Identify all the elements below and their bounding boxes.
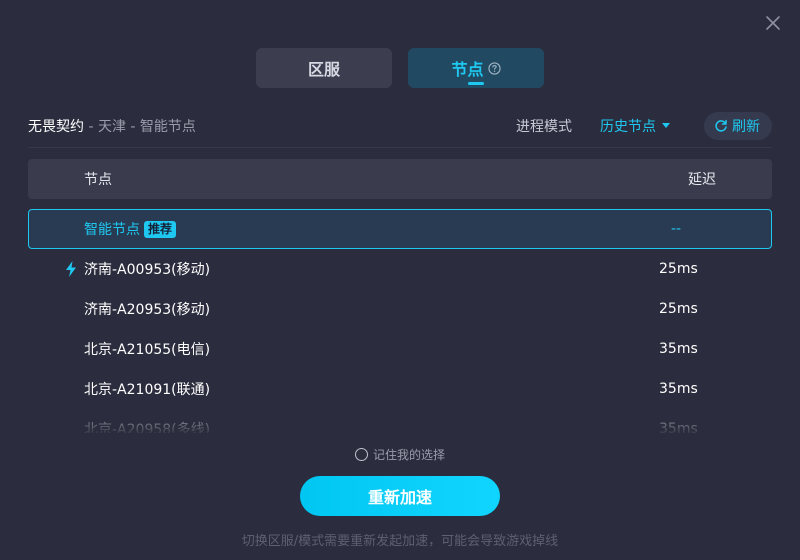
node-latency: 25ms bbox=[659, 301, 698, 317]
node-row[interactable]: 北京-A20958(多线) 35ms bbox=[28, 409, 772, 433]
remember-radio[interactable] bbox=[354, 448, 368, 461]
node-latency: 25ms bbox=[659, 261, 698, 277]
remember-label[interactable]: 记住我的选择 bbox=[373, 446, 445, 463]
node-latency: -- bbox=[671, 221, 682, 237]
help-icon[interactable] bbox=[487, 61, 501, 75]
toolbar: 进程模式 历史节点 刷新 bbox=[516, 112, 772, 140]
reaccelerate-button[interactable]: 重新加速 bbox=[300, 476, 500, 516]
process-mode-link[interactable]: 进程模式 bbox=[516, 116, 572, 136]
table-header: 节点 延迟 bbox=[28, 159, 772, 199]
node-row[interactable]: 北京-A21091(联通) 35ms bbox=[28, 369, 772, 409]
node-name: 北京-A20958(多线) bbox=[84, 422, 211, 433]
column-header-latency: 延迟 bbox=[688, 172, 716, 188]
node-row[interactable]: 北京-A21055(电信) 35ms bbox=[28, 329, 772, 369]
remember-choice: 记住我的选择 bbox=[0, 446, 800, 463]
node-row-smart[interactable]: 智能节点 推荐 -- bbox=[28, 209, 772, 249]
tab-region-label: 区服 bbox=[307, 60, 340, 79]
node-row[interactable]: 济南-A20953(移动) 25ms bbox=[28, 289, 772, 329]
close-button[interactable] bbox=[764, 14, 782, 32]
bolt-icon bbox=[66, 261, 76, 277]
divider bbox=[28, 147, 772, 148]
node-row[interactable]: 济南-A00953(移动) 25ms bbox=[28, 249, 772, 289]
close-icon bbox=[766, 16, 780, 30]
tab-bar: 区服 节点 bbox=[256, 48, 544, 88]
refresh-button[interactable]: 刷新 bbox=[704, 112, 772, 140]
node-list[interactable]: 智能节点 推荐 -- 济南-A00953(移动) 25ms 济南-A20953(… bbox=[28, 209, 772, 433]
node-name: 北京-A21055(电信) bbox=[84, 342, 211, 358]
node-name: 智能节点 推荐 bbox=[84, 219, 177, 239]
subheader: 无畏契约 - 天津 - 智能节点 进程模式 历史节点 刷新 bbox=[28, 112, 772, 140]
node-latency: 35ms bbox=[659, 421, 698, 433]
active-tab-indicator bbox=[468, 82, 484, 85]
node-latency: 35ms bbox=[659, 381, 698, 397]
refresh-label: 刷新 bbox=[732, 119, 760, 135]
breadcrumb-game: 无畏契约 bbox=[28, 119, 84, 135]
node-name: 济南-A20953(移动) bbox=[84, 302, 211, 318]
recommend-badge: 推荐 bbox=[144, 220, 177, 238]
history-nodes-dropdown[interactable]: 历史节点 bbox=[600, 116, 670, 136]
caret-down-icon bbox=[662, 123, 670, 128]
tab-region[interactable]: 区服 bbox=[256, 48, 392, 88]
node-latency: 35ms bbox=[659, 341, 698, 357]
history-nodes-label: 历史节点 bbox=[600, 119, 656, 135]
node-name-text: 智能节点 bbox=[84, 222, 140, 238]
reaccelerate-label: 重新加速 bbox=[367, 488, 432, 507]
refresh-icon bbox=[715, 119, 727, 132]
column-header-node: 节点 bbox=[84, 172, 112, 188]
node-name: 济南-A00953(移动) bbox=[84, 262, 211, 278]
node-name: 北京-A21091(联通) bbox=[84, 382, 211, 398]
footnote: 切换区服/模式需要重新发起加速，可能会导致游戏掉线 bbox=[241, 534, 559, 549]
tab-node-label: 节点 bbox=[451, 60, 484, 79]
breadcrumb: 无畏契约 - 天津 - 智能节点 bbox=[28, 116, 196, 136]
breadcrumb-path: - 天津 - 智能节点 bbox=[84, 119, 196, 135]
tab-node[interactable]: 节点 bbox=[408, 48, 544, 88]
